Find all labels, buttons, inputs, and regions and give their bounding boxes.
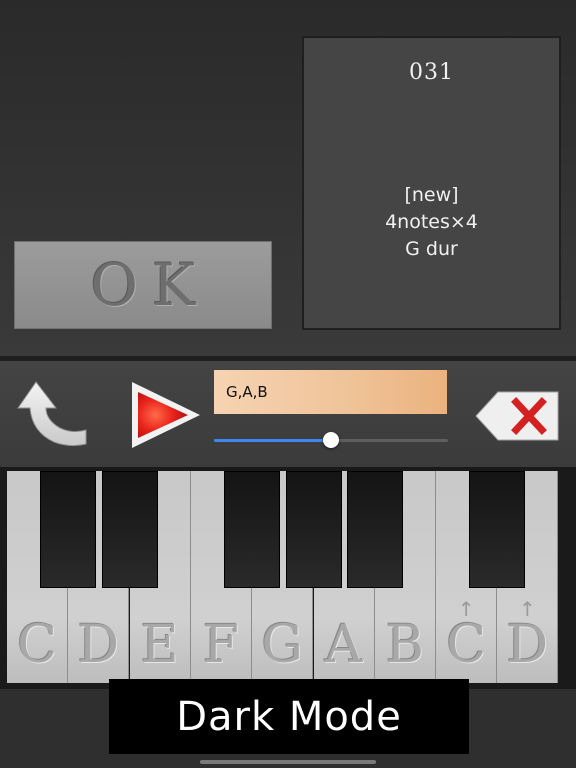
black-key[interactable] (346, 471, 403, 588)
exercise-notes-count: 4notes×4 (385, 211, 478, 233)
exercise-details: [new] 4notes×4 G dur (304, 182, 559, 263)
key-label: E (140, 615, 179, 675)
key-label: A (324, 615, 363, 675)
back-button[interactable] (14, 380, 88, 450)
key-label: C (17, 615, 57, 675)
play-button[interactable] (128, 380, 204, 450)
black-key[interactable] (469, 471, 526, 588)
ok-button[interactable]: OK (14, 241, 272, 329)
exercise-number: 031 (409, 60, 454, 85)
black-key[interactable] (224, 471, 281, 588)
black-key[interactable] (285, 471, 342, 588)
curved-back-arrow-icon (17, 381, 87, 447)
dark-mode-banner: Dark Mode (109, 679, 469, 754)
key-label: D (77, 615, 120, 675)
exercise-key: G dur (405, 238, 458, 260)
exercise-info-box: 031 [new] 4notes×4 G dur (302, 36, 561, 330)
key-label: D (506, 615, 549, 675)
home-indicator (200, 760, 376, 764)
black-key[interactable] (40, 471, 97, 588)
control-bar: G,A,B (0, 361, 576, 467)
key-label: F (202, 615, 239, 675)
tempo-slider-thumb[interactable] (323, 432, 339, 448)
note-sequence-text: G,A,B (226, 383, 268, 401)
key-label: B (385, 615, 424, 675)
black-key[interactable] (101, 471, 158, 588)
backspace-x-icon (475, 391, 559, 441)
tempo-slider-fill (214, 439, 331, 442)
red-play-triangle-icon (132, 382, 200, 448)
piano-keyboard: C D E F G A B ↑ C ↑ D (0, 467, 576, 689)
delete-button[interactable] (474, 390, 560, 442)
dark-mode-banner-text: Dark Mode (176, 693, 402, 740)
tempo-slider[interactable] (214, 432, 448, 448)
top-panel: OK 031 [new] 4notes×4 G dur (0, 0, 576, 358)
note-sequence-field[interactable]: G,A,B (214, 370, 447, 414)
ok-button-label: OK (90, 251, 210, 319)
key-label: C (446, 615, 486, 675)
key-label: G (261, 615, 303, 675)
exercise-status: [new] (404, 184, 459, 206)
